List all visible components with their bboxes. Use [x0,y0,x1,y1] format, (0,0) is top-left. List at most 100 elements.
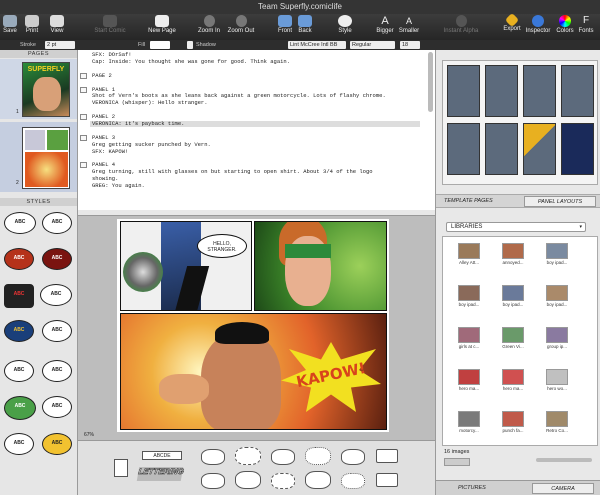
script-line[interactable]: SFX: KAPOW! [92,148,128,155]
instant-alpha-button[interactable]: Instant Alpha [438,14,484,40]
style-bubble[interactable]: ABC [4,248,34,270]
thumb-panel [47,130,68,150]
lettering-abcde[interactable]: ABCDE [142,451,182,460]
balloon-template[interactable] [341,449,365,465]
script-line-checkbox[interactable] [80,72,87,79]
thumbnail-size-slider[interactable] [536,458,592,462]
tab-panel-layouts[interactable]: PANEL LAYOUTS [524,196,596,207]
balloon-template[interactable] [271,473,295,489]
panel-2[interactable] [254,221,387,311]
script-line[interactable]: VERONICA (whisper): Hello stranger. [92,99,208,106]
style-bubble[interactable]: ABC [42,212,72,234]
lettering-caption-box[interactable] [114,459,128,477]
library-item[interactable]: boy ipad... [453,285,485,307]
style-bubble[interactable]: ABC [42,433,72,455]
library-item[interactable]: girls at c... [453,327,485,349]
library-item[interactable]: motorcy... [453,411,485,433]
lettering-word-art[interactable]: LETTERING [136,467,185,481]
style-bubble[interactable]: ABC [4,212,36,234]
panel-3[interactable]: KAPOW! [120,313,387,430]
style-bubble[interactable]: ABC [42,360,72,382]
balloon-template[interactable] [235,471,261,489]
font-family-select[interactable]: Lint McCree Intl BB [288,41,346,49]
style-bubble[interactable]: ABC [40,284,72,306]
page-item-1[interactable]: SUPERFLY 1 [0,59,77,119]
view-mode-toggle[interactable] [444,458,470,466]
fill-color-well[interactable] [150,41,170,49]
script-line[interactable]: PAGE 2 [92,72,112,79]
style-bubble[interactable]: ABC [4,360,34,382]
style-bubble[interactable]: ABC [42,320,72,342]
style-bubble[interactable]: ABC [42,396,72,418]
script-line[interactable]: VERONICA: it's payback time. [90,120,420,128]
script-line[interactable]: GREG: You again. [92,182,145,189]
library-item[interactable]: annoyed... [497,243,529,265]
balloon-template[interactable] [341,473,365,489]
balloon-template[interactable] [201,449,225,465]
tab-camera[interactable]: CAMERA [532,483,594,494]
balloon-template[interactable] [305,447,331,465]
stroke-width-select[interactable]: 2 pt [45,41,75,49]
template-thumb[interactable] [485,65,518,117]
balloon-template[interactable] [305,471,331,489]
style-bubble[interactable]: ABC [4,396,36,420]
script-line-checkbox[interactable] [80,134,87,141]
new-page-button[interactable]: New Page [140,14,184,40]
comic-page[interactable]: HELLO, STRANGER. KAPOW! [117,219,389,432]
start-comic-button[interactable]: Start Comic [85,14,135,40]
fonts-button[interactable]: F Fonts [566,14,600,40]
script-editor[interactable]: SFX: DOrSaf! Cap: Inside: You thought she… [78,50,435,210]
panel-1[interactable]: HELLO, STRANGER. [120,221,252,311]
script-line[interactable]: Greg turning, still with glasses on but … [92,168,373,175]
page-thumbnail-cover[interactable]: SUPERFLY [22,62,70,117]
balloon-template[interactable] [271,449,295,465]
script-line-checkbox[interactable] [80,162,87,169]
view-button[interactable]: View [37,14,77,40]
library-item[interactable]: Alley Att... [453,243,485,265]
library-select[interactable]: LIBRARIES ▾ [446,222,586,232]
back-button[interactable]: Back [285,14,325,40]
shadow-checkbox[interactable] [187,41,193,49]
speech-balloon[interactable]: HELLO, STRANGER. [197,234,247,258]
balloon-template[interactable] [235,447,261,465]
style-button[interactable]: Style [325,14,365,40]
library-item[interactable]: boy ipad... [541,285,573,307]
page-thumbnail-2[interactable] [22,127,70,189]
template-thumb[interactable] [485,123,518,175]
library-item[interactable]: Retro Co... [541,411,573,433]
template-thumb[interactable] [447,65,480,117]
library-item[interactable]: punch fa... [497,411,529,433]
tab-pictures[interactable]: PICTURES [458,485,486,491]
template-thumb[interactable] [523,123,556,175]
library-item[interactable]: boy ipad... [541,243,573,265]
style-bubble[interactable]: ABC [4,433,34,455]
script-line-checkbox[interactable] [80,114,87,121]
balloon-template[interactable] [201,473,225,489]
font-style-select[interactable]: Regular [350,41,395,49]
library-item[interactable]: hero wo... [541,369,573,391]
zoom-out-button[interactable]: Zoom Out [219,14,263,40]
smaller-button[interactable]: A Smaller [389,14,429,40]
zoom-level[interactable]: 67% [84,432,94,438]
balloon-template[interactable] [376,473,398,487]
script-line-checkbox[interactable] [80,86,87,93]
balloon-template[interactable] [376,449,398,463]
library-item[interactable]: hero ma... [497,369,529,391]
style-bubble[interactable]: ABC [4,320,34,342]
page-item-2[interactable]: 2 [0,122,77,192]
library-item[interactable]: Green Vi... [497,327,529,349]
template-thumb[interactable] [561,123,594,175]
library-item[interactable]: group ip... [541,327,573,349]
font-size-select[interactable]: 18 [400,41,420,49]
script-line[interactable]: Cap: Inside: You thought she was gone fo… [92,58,290,65]
style-bubble[interactable]: ABC [4,284,34,308]
template-thumb[interactable] [447,123,480,175]
script-scrollbar[interactable] [428,52,433,112]
zoom-in-icon [203,15,215,27]
library-item[interactable]: boy ipad... [497,285,529,307]
style-bubble[interactable]: ABC [42,248,72,270]
tab-template-pages[interactable]: TEMPLATE PAGES [444,198,493,204]
template-thumb[interactable] [561,65,594,117]
library-item[interactable]: hero ma... [453,369,485,391]
template-thumb[interactable] [523,65,556,117]
